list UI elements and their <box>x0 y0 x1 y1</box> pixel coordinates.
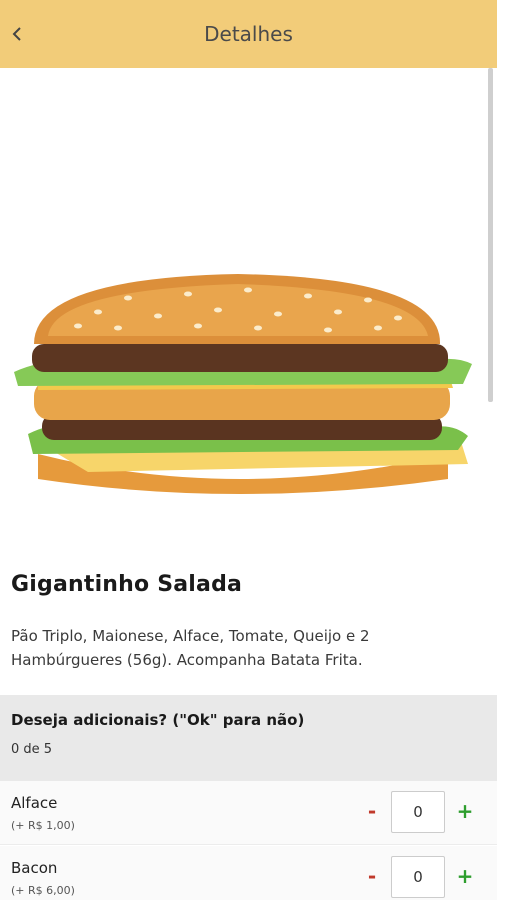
increase-button[interactable]: + <box>455 797 475 825</box>
burger-image <box>14 274 472 494</box>
product-name: Gigantinho Salada <box>11 572 243 597</box>
addons-count: 0 de 5 <box>11 742 53 757</box>
top-bar: Detalhes <box>0 0 497 68</box>
back-button[interactable] <box>6 22 28 46</box>
addons-title: Deseja adicionais? ("Ok" para não) <box>11 711 305 729</box>
chevron-left-icon <box>12 27 21 41</box>
product-image-area <box>0 68 497 538</box>
increase-button[interactable]: + <box>455 862 475 890</box>
addon-row-alface: Alface (+ R$ 1,00) - + <box>0 781 497 845</box>
quantity-field[interactable] <box>391 791 445 833</box>
decrease-button[interactable]: - <box>363 797 381 825</box>
addon-row-bacon: Bacon (+ R$ 6,00) - + <box>0 846 497 900</box>
addon-price: (+ R$ 1,00) <box>11 819 75 832</box>
quantity-field[interactable] <box>391 856 445 898</box>
addon-name: Bacon <box>11 859 58 877</box>
addons-section-header: Deseja adicionais? ("Ok" para não) 0 de … <box>0 695 497 781</box>
page-title: Detalhes <box>204 22 293 46</box>
addon-price: (+ R$ 6,00) <box>11 884 75 897</box>
addon-name: Alface <box>11 794 58 812</box>
product-description: Pão Triplo, Maionese, Alface, Tomate, Qu… <box>11 627 370 669</box>
decrease-button[interactable]: - <box>363 862 381 890</box>
